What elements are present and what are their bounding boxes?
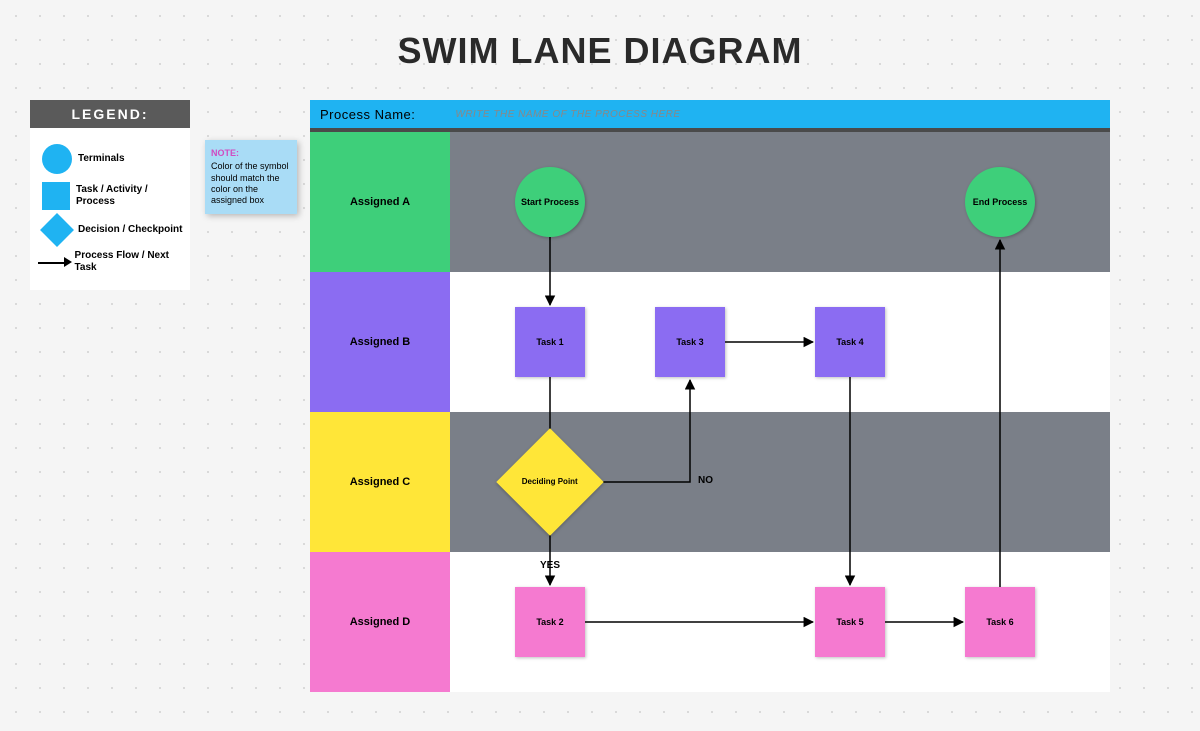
legend-task-label: Task / Activity / Process (76, 184, 184, 208)
node-task1[interactable]: Task 1 (515, 307, 585, 377)
legend-panel: LEGEND: Terminals Task / Activity / Proc… (30, 100, 190, 290)
process-name-label: Process Name: (320, 107, 415, 122)
note-header: NOTE: (211, 148, 291, 159)
lane-d-label[interactable]: Assigned D (310, 552, 450, 692)
note-body: Color of the symbol should match the col… (211, 161, 291, 206)
edge-label-no: NO (698, 475, 713, 486)
node-task5[interactable]: Task 5 (815, 587, 885, 657)
node-end[interactable]: End Process (965, 167, 1035, 237)
node-task3[interactable]: Task 3 (655, 307, 725, 377)
lane-c-label[interactable]: Assigned C (310, 412, 450, 552)
node-task4[interactable]: Task 4 (815, 307, 885, 377)
legend-header: LEGEND: (30, 100, 190, 128)
legend-row-terminal: Terminals (36, 144, 184, 174)
lane-a-label[interactable]: Assigned A (310, 132, 450, 272)
lane-b-label[interactable]: Assigned B (310, 272, 450, 412)
process-name-field[interactable]: WRITE THE NAME OF THE PROCESS HERE (455, 109, 680, 120)
node-deciding[interactable]: Deciding Point (496, 428, 603, 535)
legend-row-task: Task / Activity / Process (36, 182, 184, 210)
edge-deciding-task3 (588, 380, 690, 482)
node-task2[interactable]: Task 2 (515, 587, 585, 657)
page-title: SWIM LANE DIAGRAM (0, 30, 1200, 72)
lanes-area: Assigned A Assigned B Assigned C Assigne… (310, 132, 1110, 692)
note-sticky[interactable]: NOTE: Color of the symbol should match t… (205, 140, 297, 214)
swimlane-container: Process Name: WRITE THE NAME OF THE PROC… (310, 100, 1110, 692)
arrow-icon (38, 257, 72, 267)
node-task6[interactable]: Task 6 (965, 587, 1035, 657)
decision-icon (40, 213, 74, 247)
legend-row-decision: Decision / Checkpoint (36, 218, 184, 242)
legend-row-flow: Process Flow / Next Task (36, 250, 184, 274)
task-icon (42, 182, 70, 210)
process-name-bar: Process Name: WRITE THE NAME OF THE PROC… (310, 100, 1110, 128)
terminal-icon (42, 144, 72, 174)
diagram-stage: Start Process End Process Task 1 Task 3 … (450, 132, 1110, 692)
edge-label-yes: YES (540, 560, 560, 571)
legend-decision-label: Decision / Checkpoint (78, 224, 182, 236)
legend-terminal-label: Terminals (78, 153, 125, 165)
node-start[interactable]: Start Process (515, 167, 585, 237)
legend-body: Terminals Task / Activity / Process Deci… (30, 128, 190, 290)
legend-flow-label: Process Flow / Next Task (75, 250, 184, 274)
